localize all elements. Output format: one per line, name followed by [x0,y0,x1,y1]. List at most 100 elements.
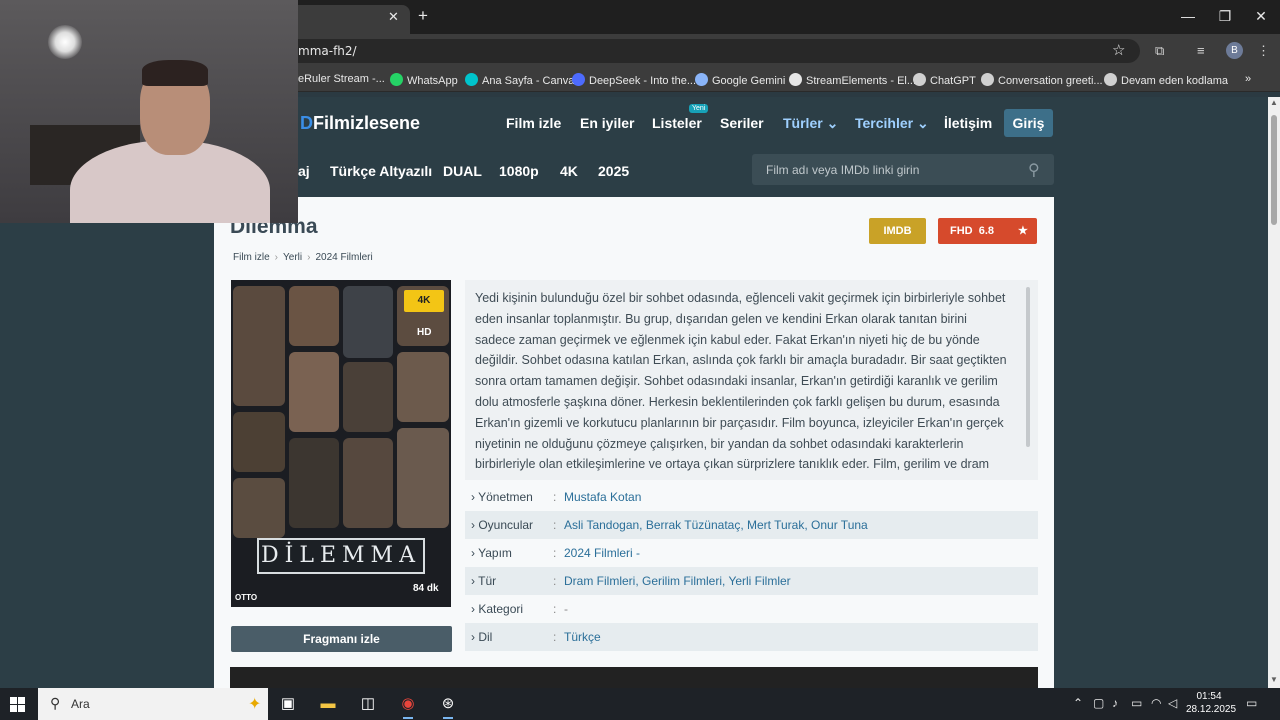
whatsapp-icon [390,73,403,86]
task-view-icon[interactable]: ▣ [275,693,301,715]
meta-colon: : [553,630,557,644]
subnav-item[interactable]: 1080p [499,163,539,179]
duration-label: 84 dk [413,583,439,594]
meta-value-link[interactable]: Türkçe [564,623,601,651]
poster-tile [233,478,285,538]
meta-value-link[interactable]: 2024 Filmleri - [564,539,640,567]
quality-badge: 4K [404,290,444,312]
subnav-item[interactable]: Türkçe Altyazılı [330,163,432,179]
system-clock[interactable]: 01:54 28.12.2025 [1186,690,1237,716]
subnav-item[interactable]: 2025 [598,163,629,179]
breadcrumb-link[interactable]: 2024 Filmleri [315,252,372,263]
bookmark-item[interactable]: DeepSeek - Into the... [572,73,696,87]
new-tab-button[interactable]: + [418,6,428,26]
store-icon[interactable]: ◫ [355,693,381,715]
trailer-button[interactable]: Fragmanı izle [231,626,452,652]
taskbar-search[interactable]: ⚲ Ara ✦ [38,688,268,720]
breadcrumb-link[interactable]: Film izle [233,252,270,263]
breadcrumb: Film izle › Yerli › 2024 Filmleri [233,252,373,263]
bookmark-item[interactable]: WhatsApp [390,73,458,87]
rating-value: 6.8 [978,225,995,237]
profile-avatar[interactable]: B [1226,42,1243,59]
bookmark-item[interactable]: Conversation greeti... [981,73,1103,87]
video-player[interactable] [230,667,1038,688]
clock-date: 28.12.2025 [1186,704,1237,715]
notifications-icon[interactable]: ▭ [1246,696,1257,710]
meta-colon: : [553,602,557,616]
close-window-button[interactable]: ✕ [1246,8,1276,25]
scroll-up-icon[interactable]: ▲ [1270,98,1278,107]
subnav-item[interactable]: DUAL [443,163,482,179]
meta-row-director: › Yönetmen : Mustafa Kotan [465,483,1038,511]
file-explorer-icon[interactable]: ▬ [315,693,341,715]
poster-tile [343,438,393,528]
nav-seriler[interactable]: Seriler [720,115,764,131]
bookmark-item[interactable]: Ana Sayfa - Canva [465,73,574,87]
media-control-icon[interactable]: ≡ [1197,43,1205,58]
chatgpt-app-icon[interactable]: ⊛ [435,693,461,719]
login-button[interactable]: Giriş [1004,109,1053,137]
minimize-button[interactable]: — [1173,8,1203,24]
bookmark-item[interactable]: ChatGPT [913,73,976,87]
poster-tile [343,362,393,432]
restore-button[interactable]: ❐ [1210,8,1240,25]
chrome-icon[interactable]: ◉ [395,693,421,719]
nav-turler[interactable]: Türler ⌄ [783,115,838,132]
bookmark-item[interactable]: Google Gemini [695,73,785,87]
windows-start-icon[interactable] [10,697,26,713]
breadcrumb-link[interactable]: Yerli [283,252,302,263]
search-icon[interactable]: ⚲ [1028,160,1040,180]
nav-en-iyiler[interactable]: En iyiler [580,115,634,131]
bookmark-item[interactable]: eRuler Stream -... [298,73,385,85]
star-icon: ★ [1018,225,1028,237]
poster-tile [397,352,449,422]
nav-listeler[interactable]: Listeler [652,115,702,131]
movie-description: Yedi kişinin bulunduğu özel bir sohbet o… [475,291,1007,472]
new-badge: Yeni [689,104,709,113]
nav-iletisim[interactable]: İletişim [944,115,992,131]
scroll-down-icon[interactable]: ▼ [1270,675,1278,684]
clock-time: 01:54 [1196,691,1222,702]
taskbar: ⚲ Ara ✦ ▣ ▬ ◫ ◉ ⊛ ⌃ ▢ ♪ ▭ ◠ ◁ 01:54 28.1… [0,688,1280,720]
nav-tercihler[interactable]: Tercihler ⌄ [855,115,929,132]
scroll-thumb[interactable] [1271,115,1277,225]
tray-app-icon[interactable]: ▢ [1093,696,1104,710]
battery-icon[interactable]: ▭ [1131,696,1142,710]
meta-row-cast: › Oyuncular : Asli Tandogan, Berrak Tüzü… [465,511,1038,539]
tray-expand-icon[interactable]: ⌃ [1073,696,1083,710]
search-input[interactable] [752,154,1022,185]
rating-button[interactable]: FHD 6.8 ★ [938,218,1037,244]
meta-value-link[interactable]: Dram Filmleri, Gerilim Filmleri, Yerli F… [564,567,791,595]
meta-label: › Yapım [471,546,512,560]
bookmark-item[interactable]: StreamElements - El... [789,73,916,87]
volume-icon[interactable]: ◁ [1168,696,1177,710]
copilot-spark-icon: ✦ [248,696,262,713]
meta-row-category: › Kategori : - [465,595,1038,623]
wifi-icon[interactable]: ◠ [1151,696,1161,710]
menu-icon[interactable]: ⋮ [1257,43,1270,59]
nav-film-izle[interactable]: Film izle [506,115,561,131]
description-box[interactable]: Yedi kişinin bulunduğu özel bir sohbet o… [465,280,1038,480]
imdb-button[interactable]: IMDB [869,218,926,244]
meta-value-link[interactable]: Asli Tandogan, Berrak Tüzünataç, Mert Tu… [564,511,868,539]
subnav-item[interactable]: aj [298,163,310,179]
extensions-icon[interactable]: ⧉ [1155,43,1164,59]
more-bookmarks-icon[interactable]: » [1245,73,1251,85]
tab-close-icon[interactable]: ✕ [388,9,399,25]
canva-icon [465,73,478,86]
movie-poster[interactable]: DİLEMMA 4K HD 84 dk OTTO [231,280,451,607]
poster-tile [233,286,285,406]
subnav-item[interactable]: 4K [560,163,578,179]
page-scrollbar[interactable]: ▲ ▼ [1268,97,1280,688]
bookmark-item[interactable]: Devam eden kodlama [1104,73,1228,87]
description-scrollbar[interactable] [1026,287,1030,447]
meta-colon: : [553,546,557,560]
meta-value-link[interactable]: Mustafa Kotan [564,483,641,511]
bookmark-star-icon[interactable]: ☆ [1112,41,1125,59]
microphone-icon[interactable]: ♪ [1112,696,1118,710]
site-logo[interactable]: DFilmizlesene [300,113,420,134]
deepseek-icon [572,73,585,86]
address-bar[interactable]: mma-fh2/ ☆ [270,39,1140,63]
chevron-right-icon: › [274,252,279,263]
streamelements-icon [789,73,802,86]
